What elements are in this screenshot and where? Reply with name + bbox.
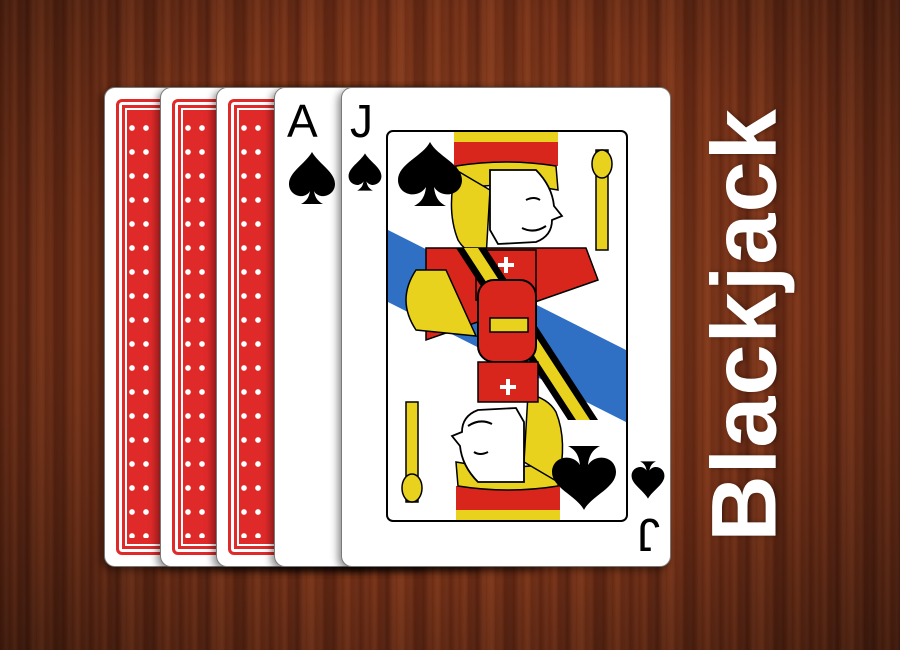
spade-icon <box>348 153 382 191</box>
jack-rank-bottom: J <box>637 509 660 561</box>
game-title-text: Blackjack <box>693 108 796 542</box>
jack-figure <box>386 130 628 522</box>
spade-icon <box>631 461 665 499</box>
jack-of-spades-card[interactable]: J J <box>341 87 671 567</box>
game-title: Blackjack <box>694 90 796 560</box>
spade-icon <box>289 152 335 204</box>
jack-rank-top: J <box>350 95 373 147</box>
ace-rank: A <box>287 95 318 147</box>
